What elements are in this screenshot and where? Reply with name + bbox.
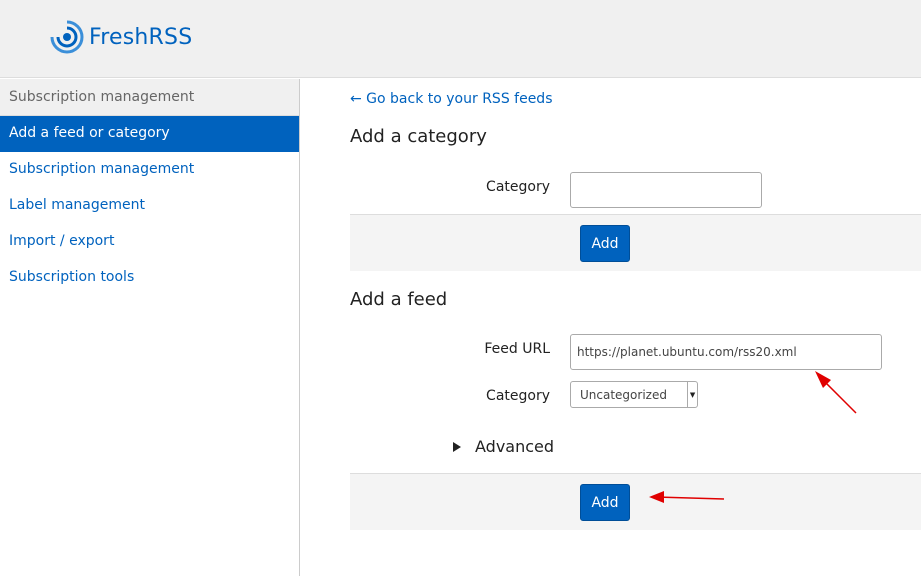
feed-category-select[interactable]: Uncategorized ▼ (570, 381, 698, 408)
back-to-feeds-link[interactable]: ← Go back to your RSS feeds (350, 91, 553, 107)
freshrss-logo[interactable]: FreshRSS (50, 20, 192, 54)
add-category-button[interactable]: Add (580, 225, 630, 262)
disclosure-triangle-icon (453, 441, 461, 452)
sidebar: Subscription management Add a feed or ca… (0, 79, 300, 576)
category-name-input[interactable] (570, 172, 762, 208)
feed-url-input[interactable] (570, 334, 882, 370)
chevron-down-icon: ▼ (687, 382, 697, 407)
sidebar-title: Subscription management (0, 79, 299, 116)
feed-url-label: Feed URL (484, 341, 550, 357)
add-category-title: Add a category (350, 126, 487, 147)
add-feed-title: Add a feed (350, 289, 448, 310)
main-content: ← Go back to your RSS feeds Add a catego… (300, 79, 921, 576)
sidebar-item-subscription-tools[interactable]: Subscription tools (0, 260, 299, 296)
feed-category-selected: Uncategorized (580, 387, 667, 402)
feed-category-label: Category (486, 388, 550, 404)
sidebar-item-label-management[interactable]: Label management (0, 188, 299, 224)
rss-logo-icon (50, 20, 84, 54)
add-feed-actions: Add (350, 473, 921, 530)
add-category-actions: Add (350, 214, 921, 271)
category-label: Category (486, 179, 550, 195)
sidebar-item-subscription-management[interactable]: Subscription management (0, 152, 299, 188)
app-name: FreshRSS (89, 24, 193, 50)
add-feed-button[interactable]: Add (580, 484, 630, 521)
advanced-label: Advanced (475, 437, 555, 456)
sidebar-item-add-feed-or-category[interactable]: Add a feed or category (0, 116, 299, 152)
sidebar-item-import-export[interactable]: Import / export (0, 224, 299, 260)
app-header: FreshRSS (0, 0, 921, 78)
advanced-toggle[interactable]: Advanced (453, 437, 554, 456)
